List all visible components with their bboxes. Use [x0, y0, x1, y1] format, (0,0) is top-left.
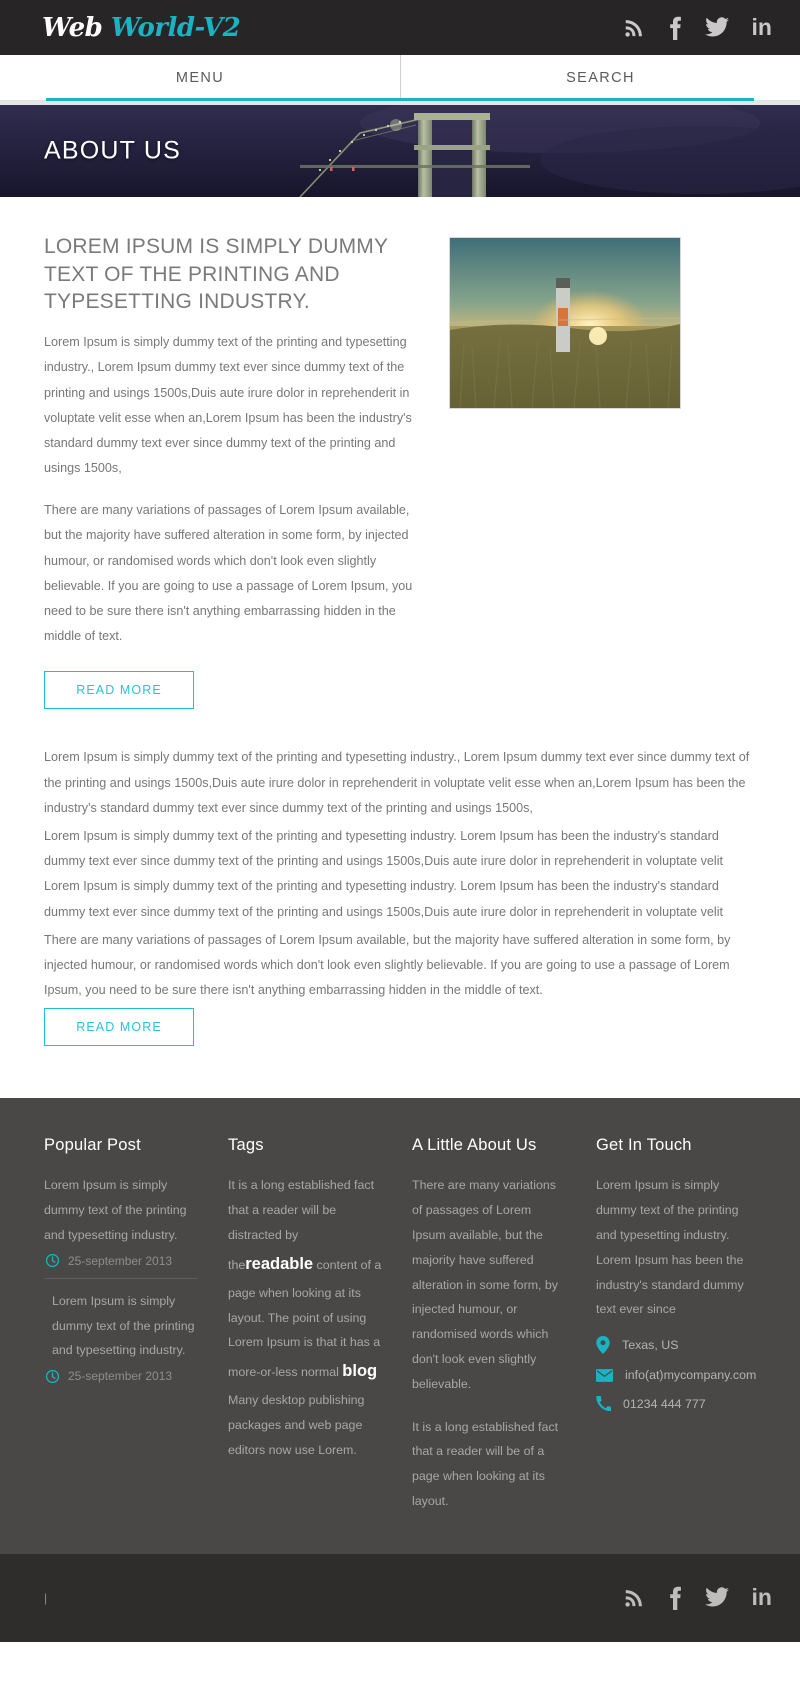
contact-phone-row[interactable]: 01234 444 777: [596, 1396, 756, 1412]
tab-menu[interactable]: MENU: [0, 55, 400, 100]
nav-active-underline: [46, 98, 754, 101]
read-more-button-bottom[interactable]: READ MORE: [44, 1008, 194, 1047]
footer-column-popular-post: Popular Post Lorem Ipsum is simply dummy…: [44, 1136, 198, 1383]
read-more-button-top[interactable]: READ MORE: [44, 671, 194, 710]
footer-column-about: A Little About Us There are many variati…: [412, 1136, 566, 1514]
intro-two-column: LOREM IPSUM IS SIMPLY DUMMY TEXT OF THE …: [44, 233, 756, 710]
copyright-text: |: [44, 1590, 48, 1605]
about-paragraph-2: It is a long established fact that a rea…: [412, 1419, 559, 1509]
footer-bottom-bar: | in: [0, 1553, 800, 1642]
tag-readable[interactable]: readable: [245, 1255, 313, 1273]
facebook-icon[interactable]: [668, 16, 682, 40]
footer-social-links: in: [623, 1586, 772, 1610]
popular-post-meta-1: 25-september 2013: [44, 1254, 198, 1268]
site-logo[interactable]: Web World-V2: [42, 12, 241, 43]
tags-text-part-2: content of a page when looking at its la…: [228, 1257, 382, 1380]
contact-location-text: Texas, US: [622, 1338, 679, 1353]
popular-post-date-1: 25-september 2013: [68, 1253, 173, 1268]
page-hero-banner: ABOUT US: [0, 105, 800, 197]
phone-icon: [596, 1396, 611, 1412]
footer-heading-tags: Tags: [228, 1136, 264, 1155]
site-footer: Popular Post Lorem Ipsum is simply dummy…: [0, 1098, 800, 1554]
popular-post-item-1[interactable]: Lorem Ipsum is simply dummy text of the …: [44, 1173, 198, 1247]
intro-text-column: LOREM IPSUM IS SIMPLY DUMMY TEXT OF THE …: [44, 233, 419, 710]
logo-text-primary: Web: [42, 12, 111, 43]
section-headline: LOREM IPSUM IS SIMPLY DUMMY TEXT OF THE …: [44, 235, 388, 314]
feature-image-frame: [449, 237, 681, 409]
full-paragraph-2: Lorem Ipsum is simply dummy text of the …: [44, 828, 724, 919]
sunset-field-image: [450, 238, 680, 408]
tab-search[interactable]: SEARCH: [400, 55, 800, 100]
intro-paragraph-1: Lorem Ipsum is simply dummy text of the …: [44, 335, 412, 476]
popular-post-meta-2: 25-september 2013: [44, 1369, 198, 1383]
page-title: ABOUT US: [44, 136, 181, 165]
tags-text-part-3: Many desktop publishing packages and web…: [228, 1393, 365, 1457]
rss-icon[interactable]: [623, 1587, 645, 1609]
tags-body: It is a long established fact that a rea…: [228, 1173, 382, 1462]
contact-phone-text[interactable]: 01234 444 777: [623, 1397, 706, 1411]
contact-paragraph: Lorem Ipsum is simply dummy text of the …: [596, 1178, 744, 1317]
twitter-icon[interactable]: [704, 16, 729, 39]
header-social-links: in: [623, 16, 772, 40]
linkedin-icon[interactable]: in: [752, 16, 772, 39]
footer-column-tags: Tags It is a long established fact that …: [228, 1136, 382, 1462]
clock-icon: [46, 1254, 59, 1268]
footer-heading-contact: Get In Touch: [596, 1136, 692, 1155]
footer-column-contact: Get In Touch Lorem Ipsum is simply dummy…: [596, 1136, 756, 1412]
linkedin-icon[interactable]: in: [752, 1586, 772, 1609]
about-paragraph-1: There are many variations of passages of…: [412, 1178, 558, 1391]
top-header-bar: Web World-V2 in: [0, 0, 800, 55]
footer-heading-popular-post: Popular Post: [44, 1136, 141, 1155]
contact-location-row: Texas, US: [596, 1336, 756, 1355]
tag-blog[interactable]: blog: [342, 1362, 377, 1380]
twitter-icon[interactable]: [704, 1587, 729, 1609]
full-width-text-block: Lorem Ipsum is simply dummy text of the …: [44, 745, 756, 1047]
facebook-icon[interactable]: [668, 1586, 682, 1610]
rss-icon[interactable]: [623, 17, 645, 39]
main-content: LOREM IPSUM IS SIMPLY DUMMY TEXT OF THE …: [0, 197, 800, 1099]
intro-image-column: [449, 233, 756, 409]
popular-post-date-2: 25-september 2013: [68, 1369, 173, 1384]
primary-nav-tabs: MENU SEARCH: [0, 55, 800, 101]
popular-post-item-2[interactable]: Lorem Ipsum is simply dummy text of the …: [44, 1289, 198, 1363]
location-pin-icon: [596, 1336, 610, 1355]
envelope-icon: [596, 1368, 613, 1382]
clock-icon: [46, 1369, 59, 1383]
contact-email-text[interactable]: info(at)mycompany.com: [625, 1368, 756, 1382]
footer-divider: [44, 1277, 198, 1279]
intro-paragraph-2: There are many variations of passages of…: [44, 503, 413, 644]
page-root: Web World-V2 in MENU SEARCH ABOUT US LOR…: [0, 0, 800, 1642]
full-paragraph-1: Lorem Ipsum is simply dummy text of the …: [44, 750, 750, 815]
logo-text-accent: World-V2: [110, 12, 241, 43]
footer-heading-about: A Little About Us: [412, 1136, 537, 1155]
contact-email-row[interactable]: info(at)mycompany.com: [596, 1368, 756, 1382]
full-paragraph-3: There are many variations of passages of…: [44, 932, 731, 998]
